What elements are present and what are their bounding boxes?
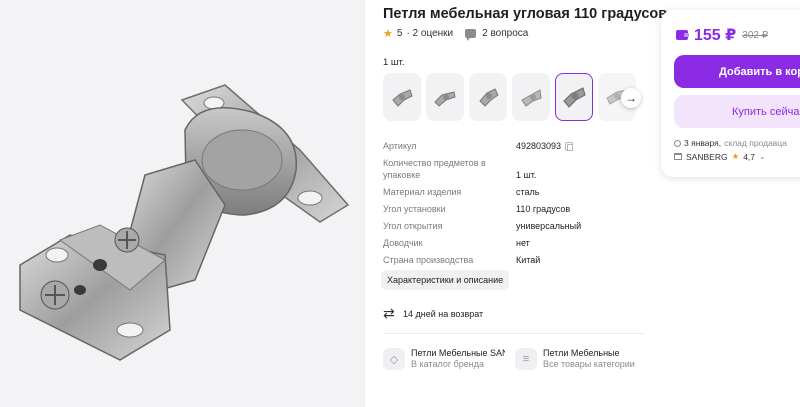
product-image[interactable] (0, 0, 365, 407)
delivery-date: 3 января, (684, 138, 722, 148)
spec-row: Доводчик нет (383, 237, 643, 249)
hinge-thumbnail-icon (479, 88, 499, 107)
spec-value: 492803093 (516, 140, 574, 152)
product-title: Петля мебельная угловая 110 градусов (383, 6, 668, 22)
price: 155 ₽ (694, 27, 737, 44)
spec-value: 110 градусов (516, 204, 571, 214)
spec-row: Угол установки 110 градусов (383, 203, 643, 215)
category-link-subtitle: Все товары категории (543, 359, 635, 369)
divider (383, 333, 645, 334)
thumbnails-next-button[interactable]: → (621, 88, 641, 108)
spec-value: нет (516, 238, 530, 248)
spec-key: Количество предметов в упаковке (383, 158, 486, 180)
copy-icon[interactable] (565, 141, 574, 151)
clock-icon (674, 139, 681, 147)
brand-links: ◇ Петли Мебельные SAN В каталог бренда ≡… (383, 348, 637, 370)
category-link-title: Петли Мебельные (543, 348, 620, 358)
buy-box: 155 ₽ 302 ₽ Добавить в кор Купить сейча … (661, 10, 800, 177)
return-arrows-icon: ⇄ (383, 305, 395, 321)
thumbnail[interactable] (469, 73, 507, 121)
price-row: 155 ₽ 302 ₽ (676, 25, 768, 45)
spec-key: Материал изделия (383, 187, 462, 197)
thumbnail[interactable] (512, 73, 550, 121)
questions-link[interactable]: 2 вопроса (482, 28, 528, 39)
thumbnail[interactable] (383, 73, 421, 121)
spec-value: сталь (516, 187, 540, 197)
spec-row: Материал изделия сталь (383, 186, 643, 198)
spec-key: Доводчик (383, 238, 423, 248)
buy-now-button[interactable]: Купить сейча (674, 95, 800, 128)
thumbnail-strip (383, 73, 636, 121)
seller-name: SANBERG (686, 151, 728, 162)
arrow-right-icon: → (625, 91, 637, 105)
hinge-thumbnail-icon (434, 91, 456, 107)
rating-value[interactable]: 5 (397, 28, 403, 39)
spec-value: универсальный (516, 221, 582, 231)
seller-info[interactable]: SANBERG ★ 4,7 ⌄ (674, 151, 766, 162)
question-icon (465, 29, 477, 41)
specs-table: Артикул 492803093 Количество предметов в… (383, 140, 643, 271)
brand-link-subtitle: В каталог бренда (411, 359, 485, 369)
hinge-thumbnail-icon (563, 87, 586, 108)
star-icon: ★ (383, 28, 393, 40)
spec-key: Угол открытия (383, 221, 443, 231)
spec-row: Количество предметов в упаковке 1 шт. (383, 157, 643, 181)
thumbnail[interactable] (426, 73, 464, 121)
old-price: 302 ₽ (742, 29, 769, 41)
category-stack-icon: ≡ (515, 348, 537, 370)
star-icon: ★ (731, 151, 740, 161)
hinge-image (19, 84, 350, 361)
return-policy-text: 14 дней на возврат (403, 308, 484, 319)
ratings-count[interactable]: · 2 оценки (406, 28, 453, 39)
category-link[interactable]: ≡ Петли Мебельные Все товары категории (515, 348, 637, 370)
return-policy[interactable]: ⇄ 14 дней на возврат (383, 305, 483, 322)
thumbnail-selected[interactable] (555, 73, 593, 121)
wallet-icon (676, 30, 689, 40)
spec-key: Страна производства (383, 255, 474, 265)
spec-key: Угол установки (383, 204, 446, 214)
spec-key: Артикул (383, 141, 417, 151)
spec-row: Угол открытия универсальный (383, 220, 643, 232)
shop-icon (674, 153, 682, 160)
spec-row: Артикул 492803093 (383, 140, 643, 152)
brand-link-title: Петли Мебельные SAN (411, 348, 505, 358)
chevron-down-icon: ⌄ (759, 152, 766, 161)
seller-rating: 4,7 (743, 151, 756, 162)
spec-value: 1 шт. (516, 170, 537, 180)
delivery-info: 3 января, склад продавца (674, 138, 787, 148)
hinge-thumbnail-icon (521, 89, 542, 107)
quantity-variant-label: 1 шт. (383, 57, 405, 68)
spec-row: Страна производства Китай (383, 254, 643, 266)
hinge-thumbnail-icon (392, 89, 413, 107)
tag-icon: ◇ (383, 348, 405, 370)
characteristics-button[interactable]: Характеристики и описание (381, 270, 510, 290)
product-meta: ★ 5 · 2 оценки 2 вопроса (383, 27, 528, 41)
spec-value: Китай (516, 255, 541, 265)
article-number: 492803093 (516, 141, 562, 151)
add-to-cart-button[interactable]: Добавить в кор (674, 55, 800, 88)
brand-catalog-link[interactable]: ◇ Петли Мебельные SAN В каталог бренда (383, 348, 505, 370)
delivery-source: склад продавца (724, 138, 787, 148)
